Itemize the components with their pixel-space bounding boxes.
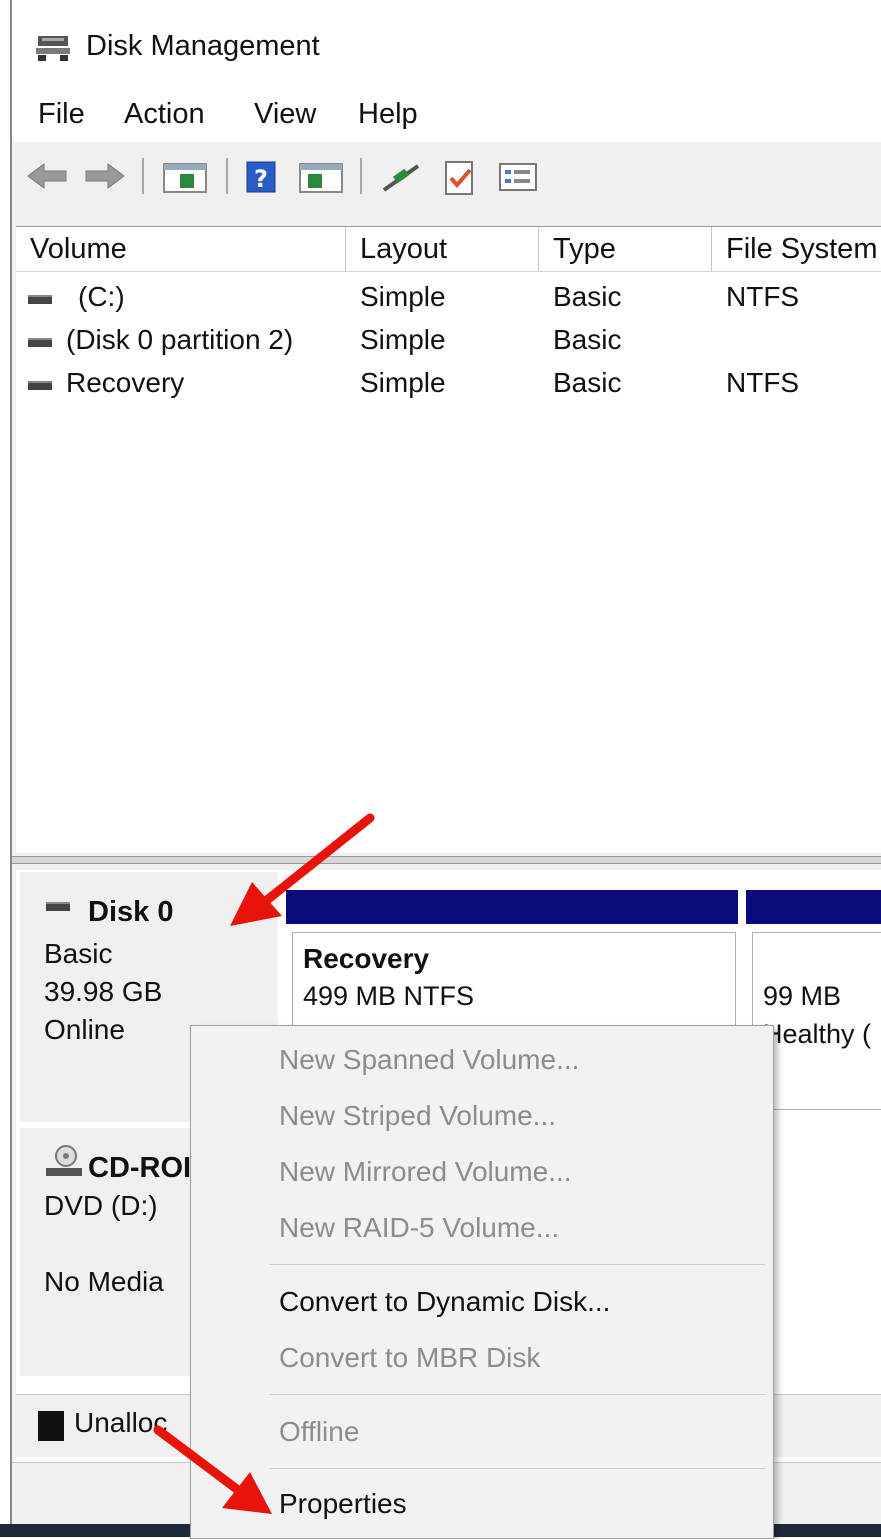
context-menu: New Spanned Volume... New Striped Volume… bbox=[190, 1025, 774, 1539]
toolbar-separator bbox=[142, 158, 144, 194]
row-type: Basic bbox=[553, 281, 622, 312]
menu-separator bbox=[269, 1468, 765, 1469]
partition-header-bar bbox=[746, 890, 881, 924]
title-bar: Disk Management bbox=[12, 0, 881, 92]
disk0-size: 39.98 GB bbox=[44, 976, 163, 1007]
pane-splitter[interactable] bbox=[12, 856, 881, 864]
row-volume: Recovery bbox=[66, 367, 185, 398]
partition-status: Healthy ( bbox=[763, 1019, 872, 1049]
row-type: Basic bbox=[553, 367, 622, 398]
toolbar-separator bbox=[226, 158, 228, 194]
column-header-layout[interactable]: Layout bbox=[346, 227, 539, 271]
table-row[interactable]: Recovery Simple Basic NTFS bbox=[16, 361, 881, 405]
cdrom-icon bbox=[46, 1145, 82, 1176]
partition-size: 499 MB NTFS bbox=[303, 981, 475, 1011]
disk-drive-icon bbox=[28, 381, 52, 390]
row-layout: Simple bbox=[360, 281, 446, 312]
toolbar-separator bbox=[360, 158, 362, 194]
column-header-file-system[interactable]: File System bbox=[712, 227, 881, 271]
menu-help[interactable]: Help bbox=[358, 98, 418, 131]
cdrom-name: CD-ROI bbox=[88, 1152, 192, 1184]
row-layout: Simple bbox=[360, 324, 446, 355]
volume-list: Volume Layout Type File System (C:) Simp… bbox=[16, 226, 881, 853]
cdrom-status: No Media bbox=[44, 1266, 164, 1297]
menu-item-new-mirrored-volume[interactable]: New Mirrored Volume... bbox=[279, 1156, 572, 1188]
forward-arrow-icon[interactable] bbox=[82, 160, 126, 192]
row-type: Basic bbox=[553, 324, 622, 355]
menu-separator bbox=[269, 1394, 765, 1395]
properties-list-icon[interactable] bbox=[498, 160, 538, 194]
row-file-system: NTFS bbox=[726, 367, 800, 398]
disk-management-icon bbox=[36, 36, 70, 61]
check-icon[interactable] bbox=[442, 160, 478, 196]
menu-bar: File Action View Help bbox=[12, 92, 881, 142]
console-tree-icon[interactable] bbox=[162, 160, 208, 194]
disk0-name: Disk 0 bbox=[88, 896, 174, 928]
disk0-type: Basic bbox=[44, 938, 113, 969]
menu-separator bbox=[269, 1264, 765, 1265]
row-file-system: NTFS bbox=[726, 281, 800, 312]
menu-file[interactable]: File bbox=[38, 98, 85, 131]
menu-item-convert-to-dynamic-disk[interactable]: Convert to Dynamic Disk... bbox=[279, 1286, 610, 1318]
connect-icon[interactable] bbox=[380, 160, 422, 194]
disk-drive-icon bbox=[46, 902, 70, 911]
help-icon[interactable]: ? bbox=[244, 160, 278, 194]
menu-item-properties[interactable]: Properties bbox=[279, 1488, 407, 1520]
menu-item-new-spanned-volume[interactable]: New Spanned Volume... bbox=[279, 1044, 579, 1076]
window-title: Disk Management bbox=[86, 30, 320, 62]
column-header-type[interactable]: Type bbox=[539, 227, 712, 271]
disk-drive-icon bbox=[28, 295, 52, 304]
table-row[interactable]: (Disk 0 partition 2) Simple Basic bbox=[16, 318, 881, 362]
table-row[interactable]: (C:) Simple Basic NTFS bbox=[16, 275, 881, 319]
menu-item-new-striped-volume[interactable]: New Striped Volume... bbox=[279, 1100, 556, 1132]
svg-text:?: ? bbox=[254, 165, 268, 193]
menu-item-convert-to-mbr-disk[interactable]: Convert to MBR Disk bbox=[279, 1342, 540, 1374]
partition-size: 99 MB bbox=[763, 981, 842, 1011]
menu-item-new-raid5-volume[interactable]: New RAID-5 Volume... bbox=[279, 1212, 559, 1244]
back-arrow-icon[interactable] bbox=[26, 160, 70, 192]
menu-action[interactable]: Action bbox=[124, 98, 205, 131]
toolbar: ? bbox=[12, 146, 881, 206]
disk-drive-icon bbox=[28, 338, 52, 347]
column-header-volume[interactable]: Volume bbox=[16, 227, 346, 271]
row-volume: (Disk 0 partition 2) bbox=[66, 324, 294, 355]
partition-title: Recovery bbox=[303, 943, 430, 974]
unallocated-swatch bbox=[38, 1411, 64, 1441]
action-pane-icon[interactable] bbox=[298, 160, 344, 194]
partition-header-bar bbox=[286, 890, 738, 924]
row-layout: Simple bbox=[360, 367, 446, 398]
menu-view[interactable]: View bbox=[254, 98, 316, 131]
cdrom-drive: DVD (D:) bbox=[44, 1190, 158, 1221]
menu-item-offline[interactable]: Offline bbox=[279, 1416, 359, 1448]
row-volume: (C:) bbox=[78, 281, 125, 312]
legend-unallocated: Unalloc bbox=[74, 1407, 168, 1438]
disk0-status: Online bbox=[44, 1014, 125, 1045]
header-divider bbox=[16, 271, 881, 272]
